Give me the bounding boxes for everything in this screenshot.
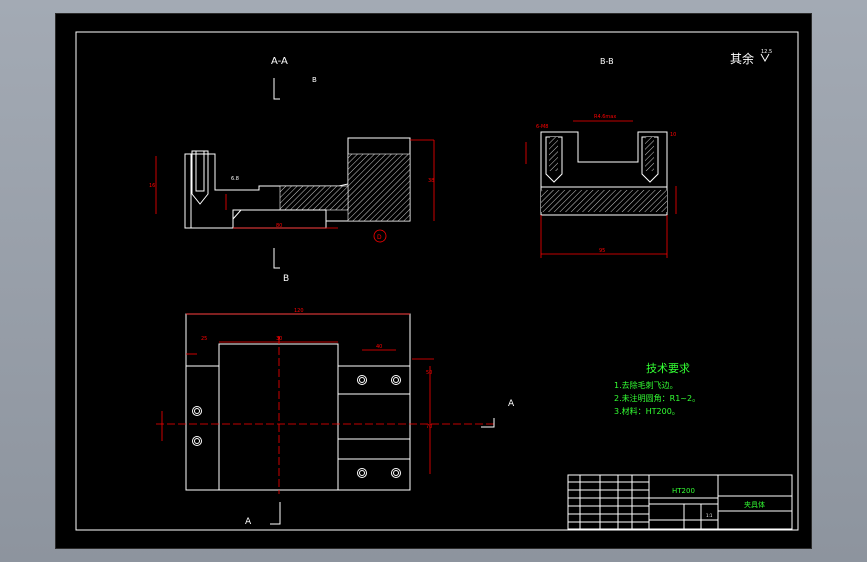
cut-mark-right	[481, 418, 495, 428]
title-part-name: 夹具体	[744, 500, 765, 509]
plan-dims: 120 30 40 25 70 50	[156, 308, 496, 494]
aa-offset: 6.8	[231, 176, 239, 182]
hole	[357, 468, 367, 478]
plan-width: 120	[294, 308, 304, 314]
hole	[357, 375, 367, 385]
roughness-value: 12.5	[761, 49, 772, 55]
tech-heading: 技术要求	[646, 362, 690, 375]
bb-right: 10	[670, 132, 676, 138]
section-bb-label: B-B	[600, 57, 614, 66]
aa-height-right: 38	[428, 178, 434, 184]
bb-width: 95	[599, 248, 605, 254]
hole	[391, 468, 401, 478]
detail-tag: D	[377, 234, 382, 241]
plan-view	[185, 313, 411, 491]
plan-a: 30	[276, 336, 282, 342]
roughness-label: 其余	[730, 51, 754, 66]
cut-mark-bottom-label: B	[283, 274, 289, 284]
roughness-icon	[760, 53, 770, 63]
hole	[192, 406, 202, 416]
drawing-svg: A-A B B D 16 38 80 6.8 B-B 95 R4.6max 6-…	[75, 31, 799, 531]
aa-width: 80	[276, 223, 282, 229]
section-aa-part	[184, 137, 411, 229]
title-material: HT200	[672, 487, 695, 495]
title-scale: 1:1	[706, 513, 713, 518]
cut-mark-right-label: A	[508, 399, 515, 409]
plan-d: 50	[426, 370, 432, 376]
tech-item: 1.去除毛刺飞边。	[614, 380, 678, 390]
cut-mark-left	[270, 502, 281, 525]
cut-mark-bottom	[273, 248, 280, 269]
plan-h: 70	[426, 424, 432, 430]
tech-item: 2.未注明圆角：R1~2。	[614, 393, 700, 403]
plan-c: 25	[201, 336, 207, 342]
bb-left: 6-M8	[536, 124, 548, 130]
cut-mark-top	[273, 78, 280, 100]
aa-height-left: 16	[149, 183, 155, 189]
hole	[192, 436, 202, 446]
plan-b: 40	[376, 344, 382, 350]
hole	[391, 375, 401, 385]
bb-top: R4.6max	[594, 114, 616, 120]
section-bb-dims: 95 R4.6max 6-M8 10	[525, 114, 677, 258]
drawing-frame	[75, 31, 799, 531]
tech-item: 3.材料：HT200。	[614, 406, 680, 416]
cut-mark-left-label: A	[245, 517, 252, 527]
drawing-canvas[interactable]: A-A B B D 16 38 80 6.8 B-B 95 R4.6max 6-…	[55, 13, 812, 549]
section-bb-part	[540, 131, 668, 216]
section-aa-label: A-A	[271, 56, 288, 67]
cut-mark-top-label: B	[312, 76, 317, 84]
cad-viewport: A-A B B D 16 38 80 6.8 B-B 95 R4.6max 6-…	[0, 0, 867, 562]
